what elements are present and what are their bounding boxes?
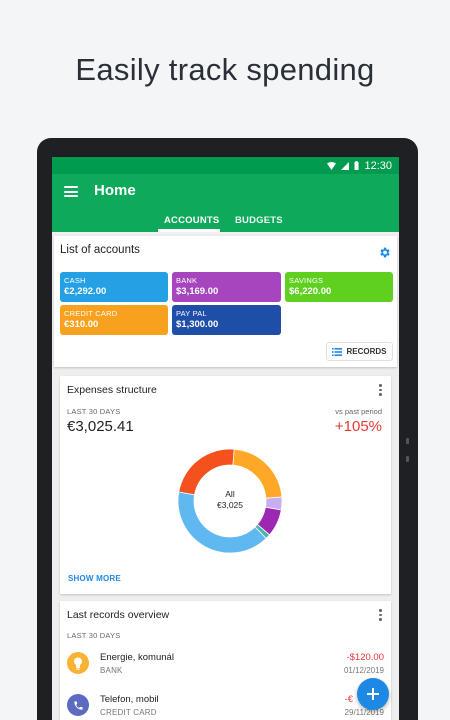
record-amount: -$120.00	[346, 652, 384, 663]
record-date: 01/12/2019	[343, 666, 384, 675]
account-value: €310.00	[64, 319, 99, 330]
more-options-icon[interactable]	[379, 384, 382, 398]
record-row[interactable]: Telefon, mobil CREDIT CARD -€ 29/11/2019	[60, 691, 391, 720]
list-icon	[332, 347, 343, 356]
status-bar: 12:30	[52, 157, 399, 174]
gear-icon[interactable]	[378, 246, 391, 259]
account-tile-paypal[interactable]: PAY PAL $1,300.00	[172, 305, 281, 335]
donut-center-label: All	[225, 489, 235, 499]
show-more-link[interactable]: SHOW MORE	[68, 574, 121, 583]
add-record-button[interactable]	[357, 678, 389, 710]
account-label: BANK	[176, 276, 198, 285]
records-button[interactable]: RECORDS	[326, 342, 393, 361]
expenses-period: LAST 30 DAYS	[67, 407, 121, 416]
status-time: 12:30	[364, 159, 392, 172]
donut-segment[interactable]	[178, 448, 235, 496]
account-value: $1,300.00	[176, 319, 219, 330]
lightbulb-icon	[67, 652, 89, 674]
account-value: €2,292.00	[64, 286, 107, 297]
record-account: CREDIT CARD	[100, 708, 157, 717]
phone-icon	[67, 694, 89, 716]
tablet-side-button	[406, 456, 409, 462]
account-tile-credit-card[interactable]: CREDIT CARD €310.00	[60, 305, 168, 335]
expenses-card: Expenses structure LAST 30 DAYS €3,025.4…	[60, 376, 391, 594]
page-title: Home	[94, 182, 136, 199]
signal-icon	[341, 161, 350, 170]
expenses-title: Expenses structure	[67, 384, 157, 396]
account-label: CREDIT CARD	[64, 309, 118, 318]
account-label: CASH	[64, 276, 86, 285]
record-name: Telefon, mobil	[100, 694, 159, 705]
account-tile-cash[interactable]: CASH €2,292.00	[60, 272, 168, 302]
records-period: LAST 30 DAYS	[67, 631, 121, 640]
promo-headline: Easily track spending	[75, 52, 375, 87]
plus-icon	[367, 688, 379, 700]
accounts-card: List of accounts CASH €2,292.00 BANK $3,…	[54, 236, 397, 367]
record-amount: -€	[344, 694, 353, 705]
tab-accounts[interactable]: ACCOUNTS	[164, 215, 219, 226]
record-date: 29/11/2019	[344, 708, 384, 717]
account-label: PAY PAL	[176, 309, 207, 318]
app-screen: 12:30 Home ACCOUNTS BUDGETS List of acco…	[52, 157, 399, 720]
expenses-amount: €3,025.41	[67, 418, 134, 435]
record-row[interactable]: Energie, komunál BANK -$120.00 01/12/201…	[60, 649, 391, 679]
account-value: $3,169.00	[176, 286, 219, 297]
battery-icon	[354, 161, 359, 170]
active-tab-indicator	[158, 229, 220, 232]
tab-budgets[interactable]: BUDGETS	[235, 215, 283, 226]
wifi-icon	[327, 161, 337, 170]
comparison-change: +105%	[334, 418, 382, 435]
comparison-label: vs past period	[335, 407, 382, 416]
record-name: Energie, komunál	[100, 652, 174, 663]
records-title: Last records overview	[67, 609, 170, 621]
accounts-title: List of accounts	[60, 244, 140, 256]
account-label: SAVINGS	[289, 276, 324, 285]
more-options-icon[interactable]	[379, 609, 382, 623]
tablet-side-button	[406, 438, 409, 444]
record-account: BANK	[100, 666, 123, 675]
menu-icon[interactable]	[64, 186, 78, 197]
records-card: Last records overview LAST 30 DAYS Energ…	[60, 601, 391, 720]
account-tile-bank[interactable]: BANK $3,169.00	[172, 272, 281, 302]
donut-center-total: €3,025	[217, 500, 243, 510]
account-tile-savings[interactable]: SAVINGS $6,220.00	[285, 272, 393, 302]
records-button-label: RECORDS	[346, 347, 387, 356]
account-value: $6,220.00	[289, 286, 332, 297]
app-bar: Home ACCOUNTS BUDGETS	[52, 174, 399, 232]
